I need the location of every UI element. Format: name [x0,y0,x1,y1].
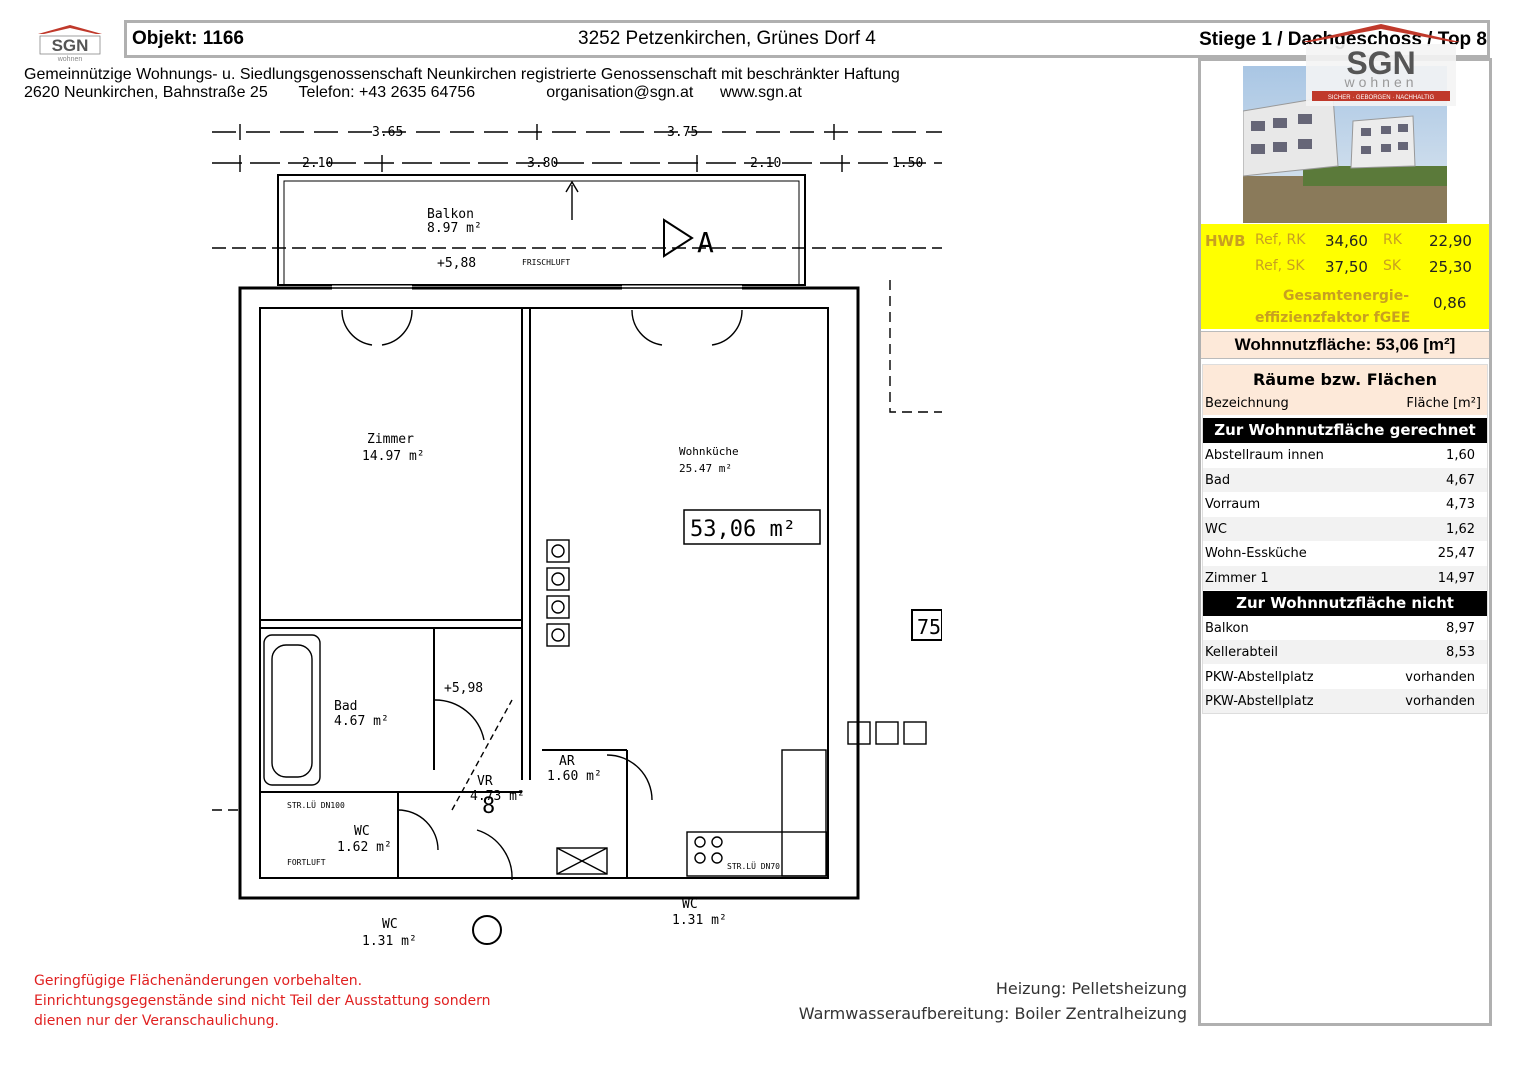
zimmer-label: Zimmer [367,432,414,447]
fgee-label-1: Gesamtenergie- [1283,288,1410,304]
sk-value: 25,30 [1429,258,1472,276]
wohnkueche-area: 25.47 m² [679,462,732,475]
level2-label: +5,98 [444,681,483,696]
note-line: Geringfügige Flächenänderungen vorbehalt… [34,973,363,989]
neighbor-number: 75 [917,615,941,639]
frischluft-label: FRISCHLUFT [522,258,570,267]
table-row: Zimmer 1 14,97 [1203,566,1487,590]
wohnnutzflaeche-total: Wohnnutzfläche: 53,06 [m²] [1201,331,1489,359]
rooms-header: Bezeichnung Fläche [m²] [1203,393,1487,415]
wc3-label: WC [682,897,698,912]
cooperative-email[interactable]: organisation@sgn.at [546,84,693,101]
rooms-title: Räume bzw. Flächen [1203,365,1487,393]
cooperative-name: Gemeinnützige Wohnungs- u. Siedlungsgeno… [24,66,900,83]
level-label: +5,88 [437,256,476,271]
table-row: Balkon 8,97 [1205,621,1475,636]
table-row: Wohn-Essküche 25,47 [1205,546,1475,561]
cooperative-web[interactable]: www.sgn.at [720,84,802,101]
cooperative-phone: Telefon: +43 2635 64756 [298,84,476,101]
hwb-energy-box: HWB Ref, RK 34,60 RK 22,90 Ref, SK 37,50… [1201,224,1489,329]
table-row: PKW-Abstellplatz vorhanden [1203,689,1487,713]
heating-info: Heizung: Pelletsheizung Warmwasseraufber… [799,976,1187,1026]
objekt-number: Objekt: 1166 [132,28,244,49]
logo-small-subtext: wohnen [57,56,83,63]
dim-label: 3.75 [667,125,698,140]
vr-label: VR [477,774,493,789]
balkon-area: 8.97 m² [427,221,482,236]
ar-area: 1.60 m² [547,769,602,784]
logo-small-text: SGN [52,36,89,55]
section-excluded: Zur Wohnnutzfläche nicht gerechnet [1203,591,1487,637]
sgn-logo: SGN wohnen SICHER · GEBORGEN · NACHHALTI… [1302,24,1460,106]
fortluft-label: FORTLUFT [287,858,326,867]
wohnkueche-label: Wohnküche [679,445,739,458]
wc-area: 1.62 m² [337,840,392,855]
sgn-logo-sub: wohnen [1343,74,1417,90]
str-label: STR.LÜ DN100 [287,800,345,810]
dim-label: 2.10 [302,156,333,171]
table-row: PKW-Abstellplatz vorhanden [1205,670,1475,685]
property-address: 3252 Petzenkirchen, Grünes Dorf 4 [578,28,876,49]
wc3-area: 1.31 m² [672,913,727,928]
rk-value: 22,90 [1429,232,1472,250]
table-row: WC 1,62 [1203,517,1487,541]
sgn-logo-tagline: SICHER · GEBORGEN · NACHHALTIG [1328,95,1435,101]
ref-sk-value: 37,50 [1325,258,1368,276]
section-included: Zur Wohnnutzfläche gerechnet [1203,418,1487,443]
ref-rk-label: Ref, RK [1255,232,1306,248]
wc-label: WC [354,824,370,839]
table-row: Kellerabteil 8,53 [1203,640,1487,664]
sk-label: SK [1383,258,1402,274]
col-area: Fläche [m²] [1406,396,1481,411]
dim-label: 3.80 [527,156,558,171]
fgee-label-2: effizienzfaktor fGEE [1255,310,1411,326]
note-line: dienen nur der Veranschaulichung. [34,1013,279,1029]
table-row: Bad 4,67 [1203,468,1487,492]
dim-label: 1.50 [892,156,923,171]
str2-label: STR.LÜ DN70 [727,861,780,871]
total-area-label: 53,06 m² [690,517,796,542]
sgn-logo-small: SGN wohnen [38,25,102,63]
wc2-area: 1.31 m² [362,934,417,949]
dim-label: 3.65 [372,125,403,140]
table-row: Abstellraum innen 1,60 [1205,448,1475,463]
fgee-value: 0,86 [1433,294,1467,312]
balkon-label: Balkon [427,207,474,222]
ar-label: AR [559,754,575,769]
ref-rk-value: 34,60 [1325,232,1368,250]
bad-area: 4.67 m² [334,714,389,729]
warmwasser-text: Warmwasseraufbereitung: Boiler Zentralhe… [798,1004,1187,1023]
disclaimer-note: Geringfügige Flächenänderungen vorbehalt… [34,971,490,1031]
top-number: 8 [482,794,495,819]
rooms-table: Räume bzw. Flächen Bezeichnung Fläche [m… [1202,364,1488,714]
wc2-label: WC [382,917,398,932]
cooperative-address: 2620 Neunkirchen, Bahnstraße 25 [24,84,268,101]
floor-plan: 3.65 3.75 2.10 3.80 2.10 1.50 Balkon 8.9… [212,124,942,949]
bad-label: Bad [334,699,357,714]
zimmer-area: 14.97 m² [362,449,425,464]
heizung-text: Heizung: Pelletsheizung [995,979,1187,998]
rk-label: RK [1383,232,1402,248]
dim-label: 2.10 [750,156,781,171]
vr-area: 4.73 m² [470,789,525,804]
hwb-label: HWB [1205,232,1246,250]
section-a-label: A [697,226,714,259]
col-name: Bezeichnung [1205,396,1289,411]
table-row: Vorraum 4,73 [1205,497,1475,512]
ref-sk-label: Ref, SK [1255,258,1305,274]
note-line: Einrichtungsgegenstände sind nicht Teil … [34,993,491,1009]
cooperative-contact: 2620 Neunkirchen, Bahnstraße 25 Telefon:… [24,84,802,102]
